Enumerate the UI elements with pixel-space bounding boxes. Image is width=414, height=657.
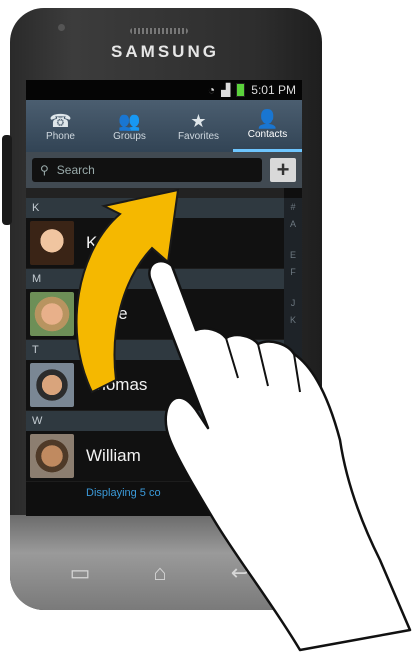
alphabet-index-bar[interactable]: # A E F J K — [284, 198, 302, 402]
tab-label: Contacts — [247, 129, 288, 140]
search-input[interactable]: ⚲ Search — [32, 158, 262, 182]
phone-screen: ◔ ▟ 5:01 PM ☎ Phone 👥 Groups ★ Favorites… — [26, 80, 302, 516]
tab-phone[interactable]: ☎ Phone — [26, 100, 95, 152]
wifi-icon: ◔ — [207, 83, 216, 97]
brand-label: SAMSUNG — [111, 42, 219, 61]
tab-groups[interactable]: 👥 Groups — [95, 100, 164, 152]
hardware-nav-bar: ▭ ⌂ ↩ — [60, 560, 260, 590]
tab-label: Phone — [46, 130, 75, 142]
search-icon: ⚲ — [40, 163, 49, 177]
avatar — [30, 363, 74, 407]
avatar — [30, 221, 74, 265]
index-letter[interactable]: F — [290, 267, 296, 277]
list-item[interactable]: aggie — [26, 289, 284, 340]
avatar — [30, 292, 74, 336]
illustration: SAMSUNG ◔ ▟ 5:01 PM ☎ Phone 👥 Groups ★ F… — [0, 0, 414, 657]
star-icon: ★ — [190, 110, 207, 131]
battery-icon — [236, 83, 246, 97]
add-contact-button[interactable]: + — [270, 158, 296, 182]
section-header: K — [26, 198, 284, 218]
index-letter[interactable]: # — [290, 202, 295, 212]
status-bar: ◔ ▟ 5:01 PM — [26, 80, 302, 100]
index-letter[interactable]: A — [290, 219, 296, 229]
phone-icon: ☎ — [49, 110, 72, 131]
search-placeholder: Search — [56, 163, 95, 177]
back-icon[interactable]: ↩ — [220, 560, 260, 590]
index-letter[interactable]: E — [290, 250, 296, 260]
earpiece-speaker — [130, 28, 188, 34]
list-item[interactable]: Thomas — [26, 360, 284, 411]
index-letter[interactable]: J — [291, 298, 296, 308]
menu-icon[interactable]: ▭ — [60, 560, 100, 590]
index-letter[interactable]: K — [290, 315, 296, 325]
tab-contacts[interactable]: 👤 Contacts — [233, 100, 302, 152]
home-icon[interactable]: ⌂ — [140, 560, 180, 590]
search-row: ⚲ Search + — [26, 152, 302, 188]
status-time: 5:01 PM — [251, 83, 296, 97]
section-header: M — [26, 269, 284, 289]
front-camera — [58, 24, 65, 31]
contact-list: K K M aggie T Thomas W William Displayin… — [26, 188, 284, 504]
volume-key[interactable] — [2, 135, 12, 225]
tab-label: Groups — [113, 130, 146, 142]
tab-bar: ☎ Phone 👥 Groups ★ Favorites 👤 Contacts — [26, 100, 302, 152]
tab-label: Favorites — [177, 130, 220, 142]
list-item[interactable]: William — [26, 431, 284, 482]
section-header: W — [26, 411, 284, 431]
contact-name: Thomas — [86, 375, 148, 394]
list-item[interactable]: K — [26, 218, 284, 269]
list-top-strip — [26, 188, 284, 198]
avatar — [30, 434, 74, 478]
section-header: T — [26, 340, 284, 360]
contact-name: William — [86, 446, 141, 465]
contacts-count-footer: Displaying 5 co — [26, 482, 284, 504]
contact-name: aggie — [86, 304, 128, 323]
signal-icon: ▟ — [221, 83, 231, 97]
groups-icon: 👥 — [118, 110, 141, 131]
tab-favorites[interactable]: ★ Favorites — [164, 100, 233, 152]
person-icon: 👤 — [256, 109, 279, 129]
contact-name: K — [86, 233, 98, 252]
